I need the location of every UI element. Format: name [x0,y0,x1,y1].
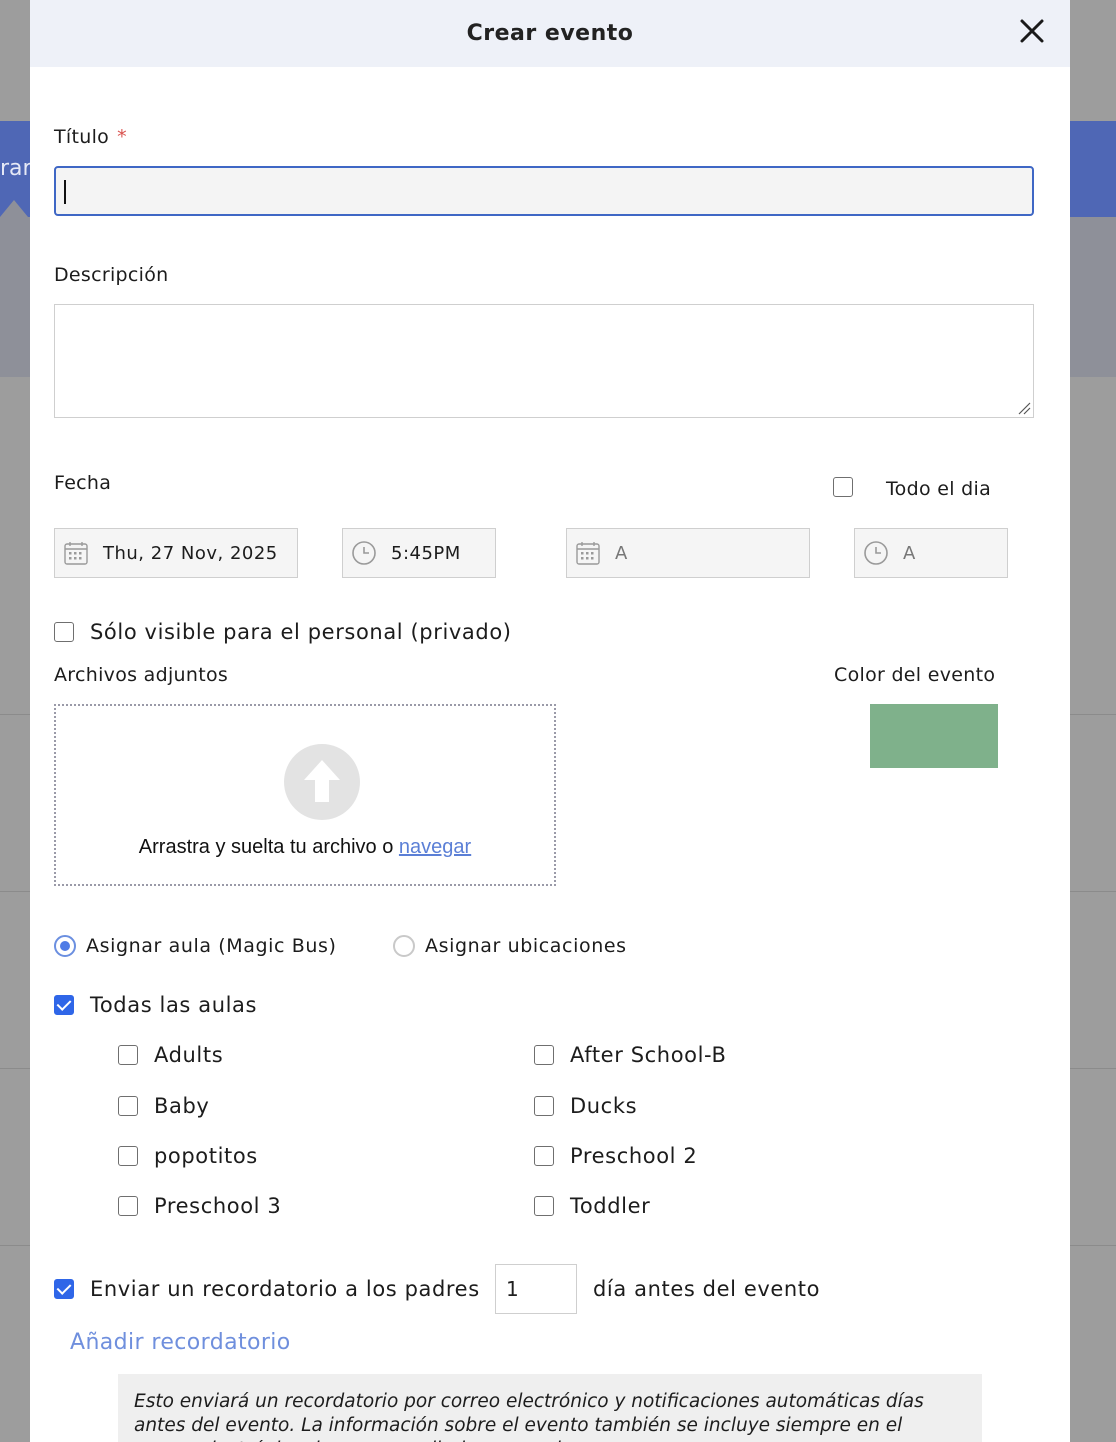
class-checkbox[interactable] [118,1096,138,1116]
create-event-modal: Crear evento Título * Descripción Fecha T… [30,0,1070,1442]
private-checkbox[interactable] [54,622,74,642]
description-textarea[interactable] [54,304,1034,418]
class-label: Toddler [570,1194,651,1218]
class-label: After School-B [570,1043,727,1067]
class-checkbox[interactable] [534,1096,554,1116]
title-label: Título * [54,126,127,148]
event-color-label: Color del evento [834,664,996,686]
assign-classroom-label: Asignar aula (Magic Bus) [86,935,337,957]
modal-title: Crear evento [466,21,634,46]
end-date-placeholder: A [615,542,628,564]
class-option-adults[interactable]: Adults [118,1043,223,1067]
all-classes-checkbox[interactable] [54,995,74,1015]
class-option-preschool-2[interactable]: Preschool 2 [534,1144,697,1168]
title-label-text: Título [54,126,110,148]
reminder-checkbox[interactable] [54,1279,74,1299]
start-date-field[interactable]: Thu, 27 Nov, 2025 [54,528,298,578]
all-day-checkbox-box[interactable] [833,477,853,497]
start-date-value: Thu, 27 Nov, 2025 [103,542,278,564]
upload-icon [284,744,360,820]
reminder-days-value: 1 [506,1277,519,1301]
class-label: popotitos [154,1144,258,1168]
class-option-popotitos[interactable]: popotitos [118,1144,258,1168]
class-label: Baby [154,1094,210,1118]
modal-header: Crear evento [30,0,1070,67]
class-checkbox[interactable] [118,1045,138,1065]
assign-locations-option[interactable]: Asignar ubicaciones [393,935,627,957]
all-day-label: Todo el dia [886,478,992,500]
reminder-option[interactable]: Enviar un recordatorio a los padres [54,1277,480,1301]
all-classes-label: Todas las aulas [90,993,258,1017]
class-option-preschool-3[interactable]: Preschool 3 [118,1194,281,1218]
reminder-info-note: Esto enviará un recordatorio por correo … [118,1374,982,1442]
class-checkbox[interactable] [118,1196,138,1216]
file-dropzone[interactable]: Arrastra y suelta tu archivo o navegar [54,704,556,886]
close-button[interactable] [1017,16,1047,46]
title-input[interactable] [54,166,1034,216]
class-option-toddler[interactable]: Toddler [534,1194,650,1218]
add-reminder-link[interactable]: Añadir recordatorio [70,1330,291,1355]
calendar-icon [64,542,88,565]
start-time-field[interactable]: 5:45PM [342,528,496,578]
text-caret [64,180,66,204]
close-icon [1020,19,1044,43]
browse-link[interactable]: navegar [399,836,471,858]
class-option-ducks[interactable]: Ducks [534,1094,637,1118]
description-label: Descripción [54,264,169,286]
reminder-days-input[interactable]: 1 [495,1264,577,1314]
dropzone-text: Arrastra y suelta tu archivo o navegar [56,836,554,859]
drop-instruction: Arrastra y suelta tu archivo o [138,836,394,858]
class-checkbox[interactable] [118,1146,138,1166]
class-label: Preschool 3 [154,1194,282,1218]
end-date-field[interactable]: A [566,528,810,578]
class-label: Adults [154,1043,224,1067]
clock-icon [352,541,376,565]
private-label: Sólo visible para el personal (privado) [90,620,512,644]
assign-locations-label: Asignar ubicaciones [425,935,627,957]
class-label: Preschool 2 [570,1144,698,1168]
event-color-picker[interactable] [870,704,998,768]
reminder-prefix: Enviar un recordatorio a los padres [90,1277,480,1301]
private-option[interactable]: Sólo visible para el personal (privado) [54,620,512,644]
reminder-suffix-row: día antes del evento [593,1277,820,1301]
clock-icon [864,541,888,565]
reminder-suffix: día antes del evento [593,1277,821,1301]
assign-classroom-option[interactable]: Asignar aula (Magic Bus) [54,935,336,957]
class-option-after-school-b[interactable]: After School-B [534,1043,726,1067]
class-checkbox[interactable] [534,1045,554,1065]
start-time-value: 5:45PM [391,542,461,564]
resize-grip-icon[interactable] [1017,401,1031,415]
end-time-field[interactable]: A [854,528,1008,578]
class-option-baby[interactable]: Baby [118,1094,209,1118]
required-mark: * [117,126,127,148]
all-day-checkbox[interactable] [833,477,853,501]
assign-classroom-radio[interactable] [54,935,76,957]
assign-locations-radio[interactable] [393,935,415,957]
date-label: Fecha [54,472,112,494]
all-classes-option[interactable]: Todas las aulas [54,993,257,1017]
class-checkbox[interactable] [534,1146,554,1166]
attachments-label: Archivos adjuntos [54,664,229,686]
background-nav-text: rar [0,156,32,181]
background-nav-pointer [0,200,28,217]
class-label: Ducks [570,1094,638,1118]
end-time-placeholder: A [903,542,916,564]
class-checkbox[interactable] [534,1196,554,1216]
calendar-icon [576,542,600,565]
